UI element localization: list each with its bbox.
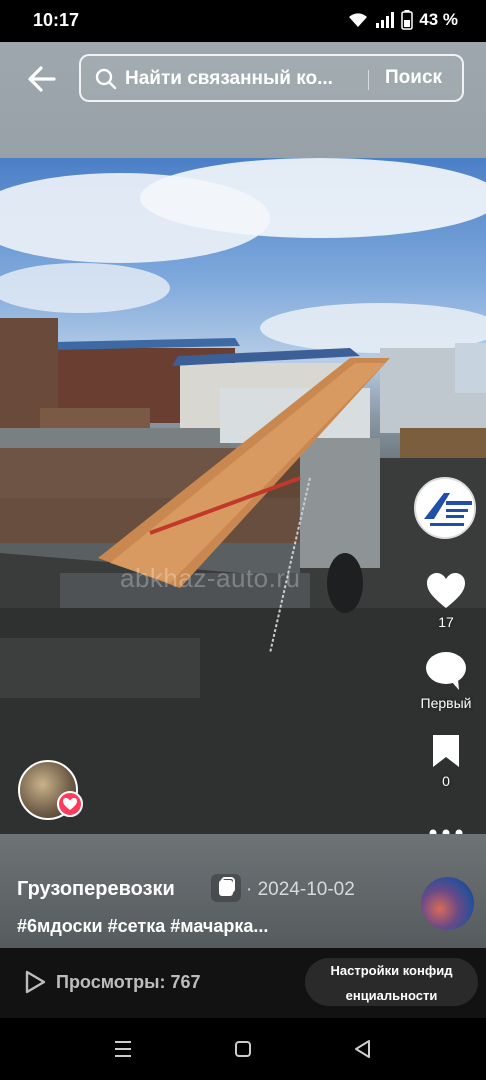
video-player[interactable]: abkhaz-auto.ru <box>0 42 486 834</box>
avatar-like-badge <box>57 791 83 817</box>
comment-label: Первый <box>420 695 472 711</box>
search-bar[interactable]: Найти связанный ко... Поиск <box>79 54 464 102</box>
bottom-bar: Просмотры: 767 Настройки конфид енциальн… <box>0 948 486 1018</box>
shorts-icon <box>211 874 241 902</box>
sound-avatar[interactable] <box>421 877 474 930</box>
comment-icon <box>426 652 466 690</box>
home-button[interactable] <box>228 1036 258 1062</box>
channel-name[interactable]: Грузоперевозки <box>17 878 175 901</box>
save-count: 0 <box>442 773 450 789</box>
back-button[interactable] <box>24 62 60 96</box>
battery-percent: 43 % <box>419 10 458 29</box>
recents-icon <box>115 1041 131 1057</box>
privacy-label-line2: енциальности <box>345 988 438 1003</box>
like-button[interactable]: 17 <box>410 572 482 630</box>
upload-date: · 2024-10-02 <box>246 879 355 900</box>
back-nav-button[interactable] <box>348 1036 378 1062</box>
system-nav-bar <box>0 1018 486 1080</box>
bookmark-icon <box>433 735 459 767</box>
search-divider <box>368 70 369 90</box>
search-icon <box>95 68 117 90</box>
search-input[interactable]: Найти связанный ко... <box>125 68 355 90</box>
like-count: 17 <box>438 614 454 630</box>
wifi-icon <box>349 13 368 27</box>
save-button[interactable]: 0 <box>410 733 482 789</box>
small-heart-icon <box>63 798 77 810</box>
video-watermark: abkhaz-auto.ru <box>120 563 301 593</box>
home-square-icon <box>235 1041 251 1057</box>
back-arrow-icon <box>28 66 56 92</box>
hashtags[interactable]: #6мдоски #сетка #мачарка... <box>17 916 268 937</box>
search-button[interactable]: Поиск <box>385 67 442 89</box>
views-indicator: Просмотры: 767 <box>24 970 201 994</box>
back-triangle-icon <box>355 1040 370 1058</box>
privacy-settings-button[interactable]: Настройки конфид енциальности <box>305 958 478 1006</box>
comment-button[interactable]: Первый <box>410 651 482 711</box>
privacy-label-line1: Настройки конфид <box>330 963 453 978</box>
header: Найти связанный ко... Поиск <box>0 42 486 114</box>
channel-logo[interactable] <box>414 477 476 539</box>
status-icons: 43 % <box>347 10 458 30</box>
video-info-panel: Грузоперевозки · 2024-10-02 #6мдоски #се… <box>0 834 486 948</box>
heart-icon <box>427 573 465 608</box>
play-icon <box>25 970 46 994</box>
recents-button[interactable] <box>108 1036 138 1062</box>
status-time: 10:17 <box>33 10 80 30</box>
battery-icon <box>401 10 413 30</box>
status-bar: 10:17 43 % <box>0 0 486 42</box>
views-count: Просмотры: 767 <box>56 971 201 992</box>
signal-icon <box>376 12 395 28</box>
